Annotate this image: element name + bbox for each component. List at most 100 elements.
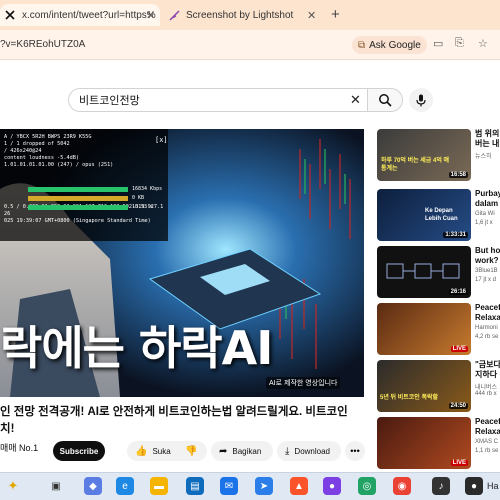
- recommended-video[interactable]: 26:16 But how work? 3Blue1B 17 jt x d: [377, 246, 500, 298]
- file-explorer-icon[interactable]: ▬: [150, 477, 168, 495]
- translate-icon[interactable]: ⎘: [455, 37, 464, 50]
- tab-title: x.com/intent/tweet?url=https%: [22, 9, 156, 21]
- tab-x-intent[interactable]: x.com/intent/tweet?url=https%: [0, 4, 160, 26]
- more-dots-icon: •••: [350, 446, 360, 456]
- brave-browser-icon[interactable]: ▲: [290, 477, 308, 495]
- stats-line: content loudness -5.4dB): [4, 155, 79, 161]
- video-stats: 4,2 rb se: [475, 334, 499, 340]
- recommended-video[interactable]: LIVE Peacef Relaxa Harmoni 4,2 rb se: [377, 303, 500, 355]
- channel-name: Harmoni: [475, 325, 498, 331]
- search-box[interactable]: [68, 88, 368, 112]
- tab-close-icon[interactable]: ✕: [146, 9, 155, 22]
- edge-browser-icon[interactable]: e: [116, 477, 134, 495]
- audio-app-icon[interactable]: ♪: [432, 477, 450, 495]
- thumbs-down-icon: 👎: [185, 445, 198, 457]
- stats-line: / 426x240@24: [4, 148, 42, 154]
- download-icon: ⤓: [285, 445, 290, 457]
- video-thumbnail[interactable]: 하루 70억 버는 세금 4억 얘 통계는 16:58: [377, 129, 471, 181]
- stats-close-button[interactable]: [x]: [155, 136, 168, 144]
- screen: x.com/intent/tweet?url=https% ✕ Screensh…: [0, 0, 500, 500]
- pinned-app-icon[interactable]: ●: [465, 477, 483, 495]
- voice-search-button[interactable]: [409, 88, 433, 112]
- new-tab-button[interactable]: +: [331, 6, 340, 23]
- network-app-icon[interactable]: ◎: [358, 477, 376, 495]
- network-activity-bar: [28, 196, 128, 201]
- duration-badge: 16:58: [448, 172, 468, 178]
- stats-value: 0 KB: [132, 195, 145, 201]
- recommended-video[interactable]: Ke Depan Lebih Cuan 1:33:31 Purbay dalam…: [377, 189, 500, 241]
- video-thumbnail[interactable]: LIVE: [377, 303, 471, 355]
- chrome-browser-icon[interactable]: ◉: [393, 477, 411, 495]
- stats-line: [4, 176, 164, 183]
- app-icon[interactable]: ●: [323, 477, 341, 495]
- thumbs-up-icon: 👍: [135, 445, 148, 457]
- recommended-title: "금보다 지하다: [475, 360, 500, 379]
- sparkle-lens-icon: ⧉: [358, 39, 366, 51]
- channel-name[interactable]: 매매 No.1: [0, 441, 38, 454]
- mail-icon[interactable]: ✉: [220, 477, 238, 495]
- taskbar-app-label[interactable]: Ha: [487, 481, 499, 491]
- dislike-button[interactable]: 👎: [181, 441, 207, 461]
- tab-lightshot[interactable]: Screenshot by Lightshot: [168, 4, 313, 26]
- like-label: Suka: [152, 446, 171, 456]
- store-icon[interactable]: ▤: [186, 477, 204, 495]
- video-title-line: 인 전망 전격공개! AI로 안전하게 비트코인하는법 알려드릴게요. 비트코인: [0, 406, 348, 418]
- video-stats: 1,6 jt x: [475, 220, 493, 226]
- search-button[interactable]: [367, 88, 403, 112]
- video-stats: 444 rb x: [475, 391, 497, 397]
- duration-badge: 26:16: [448, 289, 468, 295]
- search-input[interactable]: [79, 94, 339, 106]
- tab-close-icon[interactable]: ✕: [307, 9, 316, 22]
- bookmark-star-icon[interactable]: ☆: [478, 37, 488, 50]
- channel-name: 뉴스히: [475, 154, 492, 160]
- recommended-video[interactable]: LIVE Peacef Relaxa XMAS C 1,1 rb se: [377, 417, 500, 469]
- stats-line: 1.01.01.01.01.00 (247) / opus (251): [4, 162, 114, 168]
- duration-badge: 1:33:31: [443, 232, 468, 238]
- search-icon: [379, 94, 392, 107]
- share-arrow-icon: ➦: [219, 445, 228, 457]
- live-badge: LIVE: [450, 346, 468, 352]
- download-label: Download: [294, 446, 330, 456]
- buffer-health-bar: [28, 205, 128, 210]
- recommended-video[interactable]: 하루 70억 버는 세금 4억 얘 통계는 16:58 범 위의 버는 내 뉴스…: [377, 129, 500, 181]
- recommended-video[interactable]: 5년 뒤 비트코인 폭락할 24:50 "금보다 지하다 내니버스 444 rb…: [377, 360, 500, 412]
- ask-google-button[interactable]: ⧉ Ask Google: [352, 36, 427, 54]
- video-title-line: 치!: [0, 423, 15, 435]
- telegram-icon[interactable]: ➤: [255, 477, 273, 495]
- video-thumbnail[interactable]: Ke Depan Lebih Cuan 1:33:31: [377, 189, 471, 241]
- video-title: 인 전망 전격공개! AI로 안전하게 비트코인하는법 알려드릴게요. 비트코인…: [0, 404, 364, 438]
- taskbar: [0, 472, 500, 500]
- screen-cast-icon[interactable]: ▭: [433, 37, 443, 50]
- video-thumbnail[interactable]: 5년 뒤 비트코인 폭락할 24:50: [377, 360, 471, 412]
- share-label: Bagikan: [232, 446, 262, 456]
- ask-google-label: Ask Google: [369, 39, 421, 51]
- recommended-title: Peacef Relaxa: [475, 417, 500, 436]
- connection-speed-bar: [28, 187, 128, 192]
- recommended-title: Purbay dalam I: [475, 189, 500, 208]
- duration-badge: 24:50: [448, 403, 468, 409]
- copilot-sparkle-icon[interactable]: ✦: [4, 477, 22, 495]
- live-badge: LIVE: [450, 460, 468, 466]
- share-button[interactable]: ➦ Bagikan: [211, 441, 273, 461]
- stats-value: 10.53 s: [132, 204, 154, 210]
- task-view-icon[interactable]: ▣: [47, 477, 65, 495]
- stats-line: 025 19:39:07 GMT+0800 (Singapore Standar…: [4, 218, 151, 224]
- thumbnail-text: Ke Depan Lebih Cuan: [425, 208, 458, 222]
- url-text[interactable]: ?v=K6REohUTZ0A: [0, 39, 85, 50]
- stats-line: 1 / 1 dropped of 5042: [4, 141, 70, 147]
- download-button[interactable]: ⤓ Download: [277, 441, 341, 461]
- subscribe-button[interactable]: Subscribe: [53, 441, 105, 461]
- video-stats: 17 jt x d: [475, 277, 497, 283]
- video-overlay-caption: AI로 제작한 영상입니다: [266, 377, 341, 389]
- stats-line: A / YBCX 5R2H BWPS 23R9 K55G: [4, 134, 92, 140]
- copilot-app-icon[interactable]: ◆: [84, 477, 102, 495]
- video-thumbnail[interactable]: LIVE: [377, 417, 471, 469]
- stats-for-nerds-panel: A / YBCX 5R2H BWPS 23R9 K55G 1 / 1 dropp…: [0, 129, 168, 241]
- more-actions-button[interactable]: •••: [345, 441, 365, 461]
- clear-search-icon[interactable]: ✕: [350, 92, 361, 108]
- x-logo-icon: [4, 9, 16, 21]
- lightshot-feather-icon: [168, 9, 180, 21]
- video-thumbnail[interactable]: 26:16: [377, 246, 471, 298]
- tab-title: Screenshot by Lightshot: [186, 9, 294, 21]
- thumbnail-text: 5년 뒤 비트코인 폭락할: [380, 395, 439, 401]
